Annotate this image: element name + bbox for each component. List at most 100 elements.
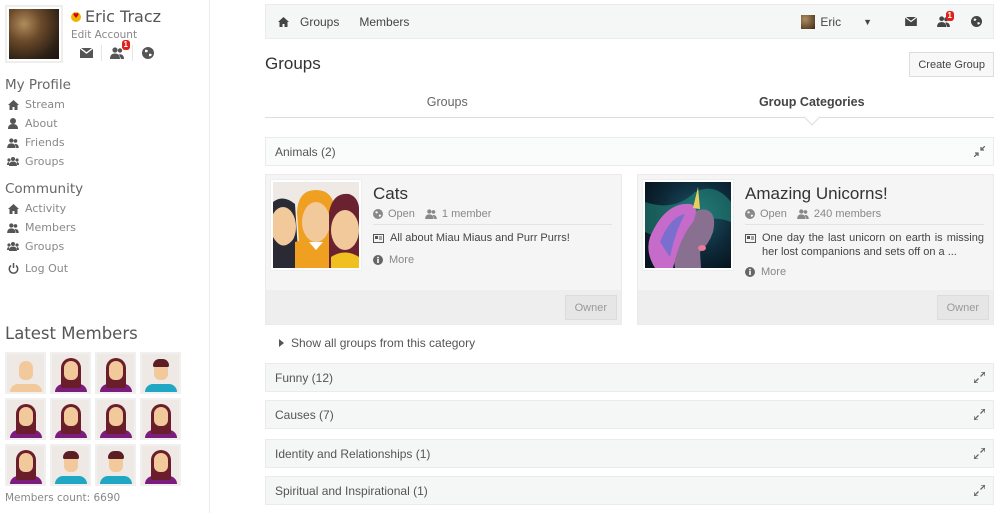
community-title: Community	[5, 181, 84, 197]
globe-icon	[373, 209, 383, 219]
group-image-cats[interactable]	[271, 180, 361, 270]
group-more-link[interactable]: More	[373, 254, 612, 266]
category-spiritual-and-inspirational[interactable]: Spiritual and Inspirational (1)	[265, 476, 994, 505]
expand-icon[interactable]	[974, 372, 985, 383]
friends-icon	[425, 209, 437, 219]
group-card-amazing-unicorns: Amazing Unicorns! Open 240 members One d…	[637, 174, 994, 325]
home-icon	[7, 99, 19, 110]
groups-icon	[7, 242, 19, 251]
my-profile-title: My Profile	[5, 77, 71, 93]
sidebar-item-friends[interactable]: Friends	[5, 133, 71, 152]
member-avatar[interactable]	[5, 398, 46, 440]
sidebar-item-community-groups[interactable]: Groups	[5, 237, 83, 256]
expand-icon[interactable]	[974, 448, 985, 459]
sidebar-item-activity[interactable]: Activity	[5, 199, 83, 218]
info-icon	[745, 267, 755, 277]
latest-members-title: Latest Members	[5, 324, 138, 343]
home-button[interactable]	[266, 16, 300, 27]
envelope-icon	[904, 17, 917, 26]
member-avatar[interactable]	[5, 352, 46, 394]
friends-icon	[7, 137, 19, 148]
group-more-link[interactable]: More	[745, 266, 984, 278]
tab-group-categories[interactable]: Group Categories	[630, 88, 995, 126]
notifications-button[interactable]	[133, 45, 163, 61]
latest-members-grid	[5, 352, 181, 489]
expand-icon[interactable]	[974, 485, 985, 496]
sidebar-item-members[interactable]: Members	[5, 218, 83, 237]
group-description: One day the last unicorn on earth is mis…	[762, 232, 984, 258]
profile-name[interactable]: ♥ Eric Tracz	[71, 7, 161, 26]
member-avatar[interactable]	[140, 398, 181, 440]
create-group-button[interactable]: Create Group	[909, 52, 994, 77]
member-avatar[interactable]	[95, 444, 136, 486]
home-icon	[7, 203, 19, 214]
tabs: Groups Group Categories	[265, 88, 995, 126]
group-members-count[interactable]: 240 members	[814, 208, 881, 220]
friends-icon	[7, 222, 19, 233]
group-privacy: Open	[388, 208, 415, 220]
notifications-button[interactable]	[960, 16, 993, 27]
heart-icon: ♥	[71, 11, 81, 22]
nav-link-members[interactable]: Members	[359, 15, 409, 29]
community-nav: Community Activity Members Groups Log Ou…	[5, 181, 83, 278]
user-icon	[7, 118, 19, 129]
sidebar-item-stream[interactable]: Stream	[5, 95, 71, 114]
expand-icon[interactable]	[974, 409, 985, 420]
category-causes[interactable]: Causes (7)	[265, 400, 994, 429]
page-title: Groups	[265, 54, 321, 73]
top-navbar: Groups Members Eric ▼ 1	[265, 4, 994, 39]
sidebar: ♥ Eric Tracz Edit Account 1 My Profile S…	[0, 0, 210, 513]
sidebar-item-about[interactable]: About	[5, 114, 71, 133]
home-icon	[277, 16, 289, 27]
group-description: All about Miau Miaus and Purr Purrs!	[390, 232, 570, 244]
category-identity-and-relationships[interactable]: Identity and Relationships (1)	[265, 439, 994, 468]
my-profile-nav: My Profile Stream About Friends Groups	[5, 77, 71, 171]
sidebar-item-logout[interactable]: Log Out	[5, 259, 83, 278]
owner-button[interactable]: Owner	[936, 295, 989, 320]
member-avatar[interactable]	[140, 352, 181, 394]
member-avatar[interactable]	[50, 352, 91, 394]
compress-icon[interactable]	[974, 146, 985, 157]
description-icon	[373, 233, 384, 247]
member-avatar[interactable]	[5, 444, 46, 486]
globe-icon	[142, 47, 154, 59]
group-name[interactable]: Cats	[373, 184, 612, 204]
profile-avatar[interactable]	[5, 5, 63, 63]
caret-down-icon[interactable]: ▼	[863, 17, 872, 27]
profile-icons: 1	[71, 40, 163, 63]
member-avatar[interactable]	[50, 444, 91, 486]
messages-button[interactable]	[894, 17, 927, 26]
category-funny[interactable]: Funny (12)	[265, 363, 994, 392]
description-icon	[745, 233, 756, 259]
info-icon	[373, 255, 383, 265]
show-all-groups-link[interactable]: Show all groups from this category	[279, 336, 475, 350]
category-animals[interactable]: Animals (2)	[265, 137, 994, 166]
friend-requests-badge: 1	[121, 40, 130, 50]
tab-groups[interactable]: Groups	[265, 88, 630, 117]
member-avatar[interactable]	[95, 352, 136, 394]
user-menu[interactable]: Eric	[801, 14, 841, 29]
sidebar-item-groups[interactable]: Groups	[5, 152, 71, 171]
group-card-cats: Cats Open 1 member All about Miau Miaus …	[265, 174, 622, 325]
friend-requests-button[interactable]: 1	[927, 11, 960, 27]
group-name[interactable]: Amazing Unicorns!	[745, 184, 984, 204]
friend-requests-button[interactable]: 1	[102, 40, 132, 61]
owner-button[interactable]: Owner	[564, 295, 617, 320]
member-avatar[interactable]	[50, 398, 91, 440]
power-icon	[7, 263, 19, 274]
envelope-icon	[79, 48, 93, 58]
group-privacy: Open	[760, 208, 787, 220]
members-count: Members count: 6690	[5, 492, 121, 504]
member-avatar[interactable]	[140, 444, 181, 486]
member-avatar[interactable]	[95, 398, 136, 440]
friends-icon	[797, 209, 809, 219]
notification-badge: 1	[945, 11, 954, 21]
messages-button[interactable]	[71, 45, 101, 61]
groups-icon	[7, 157, 19, 166]
caret-right-icon	[279, 339, 284, 347]
globe-icon	[745, 209, 755, 219]
user-avatar	[801, 14, 816, 29]
group-image-unicorns[interactable]	[643, 180, 733, 270]
group-members-count[interactable]: 1 member	[442, 208, 492, 220]
nav-link-groups[interactable]: Groups	[300, 15, 339, 29]
